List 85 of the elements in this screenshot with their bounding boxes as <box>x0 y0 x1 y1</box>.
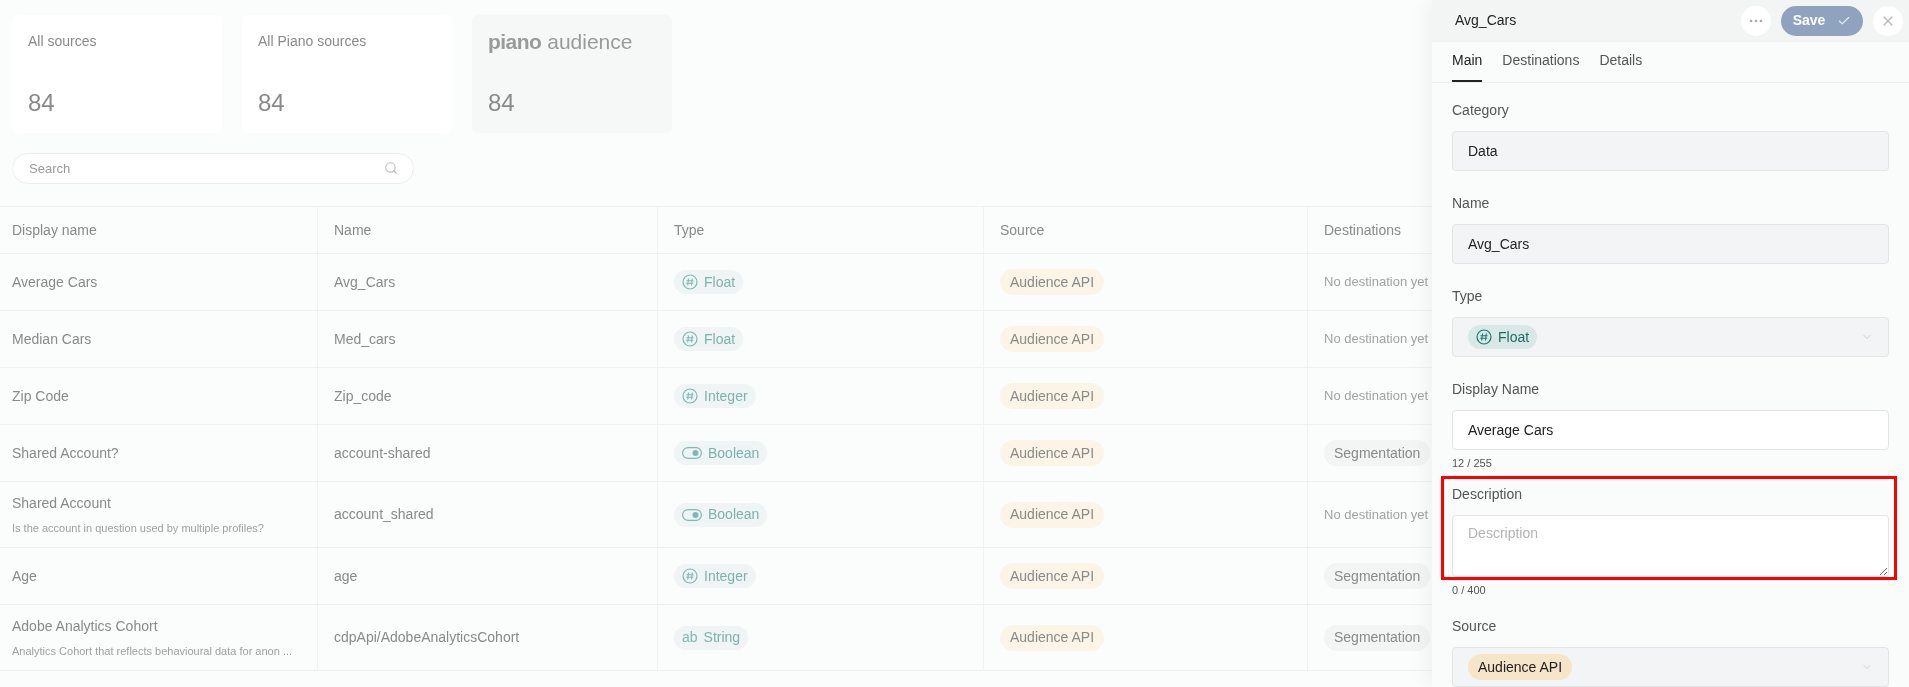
row-description: Is the account in question used by multiple profiles? <box>12 520 265 536</box>
column-header: Destinations <box>1324 220 1402 240</box>
name-field[interactable]: Avg_Cars <box>1452 224 1889 264</box>
field-label: Source <box>1452 617 1498 636</box>
destination-tag: Segmentation <box>1324 624 1431 651</box>
field-value: Data <box>1468 141 1498 161</box>
source-tag: Audience API <box>1000 563 1105 589</box>
source-card[interactable]: All Piano sources 84 <box>242 15 452 133</box>
panel-title: Avg_Cars <box>1455 11 1518 31</box>
more-icon <box>1749 18 1763 23</box>
destination-tag: Segmentation <box>1324 563 1431 589</box>
type-select[interactable]: Float <box>1452 317 1889 357</box>
character-counter: 0 / 400 <box>1452 582 1487 598</box>
panel-tab[interactable]: Details <box>1599 41 1643 82</box>
field-value: Avg_Cars <box>1468 234 1530 254</box>
source-tag: Audience API <box>1000 440 1105 466</box>
type-tag: Integer <box>674 564 756 588</box>
column-header: Type <box>674 220 705 240</box>
destination-tag: Segmentation <box>1324 440 1431 466</box>
field-name: age <box>334 566 358 586</box>
source-card[interactable]: All sources 84 <box>12 15 222 133</box>
display-name: Shared Account? <box>12 443 120 463</box>
character-counter: 12 / 255 <box>1452 456 1493 471</box>
field-name: Avg_Cars <box>334 272 396 292</box>
more-button[interactable] <box>1741 5 1771 36</box>
type-tag: ab String <box>674 625 749 650</box>
panel-tab[interactable]: Destinations <box>1502 41 1580 82</box>
field-name: account-shared <box>334 443 431 463</box>
display-name: Shared Account <box>12 493 112 513</box>
field-label: Name <box>1452 194 1491 213</box>
empty-destination: No destination yet <box>1324 387 1429 406</box>
brand-logo: piano audience <box>488 31 634 52</box>
card-count: 84 <box>28 88 56 118</box>
type-tag: Boolean <box>674 441 768 465</box>
type-tag: Float <box>1468 325 1538 349</box>
display-name-input[interactable]: Average Cars <box>1452 410 1889 450</box>
toggle-icon <box>682 508 702 521</box>
toggle-icon <box>682 447 702 459</box>
type-tag: Float <box>674 327 744 351</box>
field-label: Description <box>1452 484 1524 504</box>
field-name: Med_cars <box>334 329 396 349</box>
display-name: Median Cars <box>12 329 93 349</box>
column-header: Display name <box>12 220 97 240</box>
source-tag: Audience API <box>1000 501 1105 528</box>
source-tag: Audience API <box>1000 269 1105 295</box>
field-name: cdpApi/AdobeAnalyticsCohort <box>334 628 520 647</box>
type-tag: Boolean <box>674 502 768 527</box>
close-button[interactable] <box>1873 5 1903 36</box>
source-tag: Audience API <box>1468 654 1573 680</box>
card-title: All Piano sources <box>258 32 368 51</box>
empty-destination: No destination yet <box>1324 273 1429 292</box>
card-count: 84 <box>258 88 286 118</box>
description-textarea[interactable]: Description <box>1452 514 1889 577</box>
hash-icon <box>682 568 698 584</box>
column-header: Name <box>334 220 372 240</box>
row-description: Analytics Cohort that reflects behavioural data for anon ... <box>12 643 294 659</box>
display-name: Average Cars <box>12 272 99 292</box>
search-icon <box>384 161 398 175</box>
display-name: Age <box>12 566 38 586</box>
source-tag: Audience API <box>1000 624 1105 651</box>
source-select[interactable]: Audience API <box>1452 647 1889 687</box>
type-tag: Integer <box>674 384 756 408</box>
display-name: Adobe Analytics Cohort <box>12 616 159 636</box>
type-tag: Float <box>674 270 744 294</box>
source-tag: Audience API <box>1000 326 1105 352</box>
search-field[interactable]: Search <box>12 153 414 184</box>
empty-destination: No destination yet <box>1324 330 1429 349</box>
category-field[interactable]: Data <box>1452 131 1889 171</box>
column-header: Source <box>1000 220 1045 240</box>
panel-tab[interactable]: Main <box>1452 41 1483 82</box>
field-label: Category <box>1452 101 1510 120</box>
hash-icon <box>1476 329 1492 345</box>
hash-icon <box>682 388 698 404</box>
field-label: Display Name <box>1452 380 1541 399</box>
field-name: Zip_code <box>334 386 392 406</box>
empty-destination: No destination yet <box>1324 505 1429 524</box>
field-name: account_shared <box>334 505 434 524</box>
display-name: Zip Code <box>12 386 70 406</box>
field-label: Type <box>1452 287 1484 306</box>
card-count: 84 <box>488 88 516 118</box>
source-tag: Audience API <box>1000 383 1105 409</box>
hash-icon <box>682 331 698 347</box>
string-type-mark: ab <box>682 628 698 647</box>
card-title: All sources <box>28 32 98 51</box>
hash-icon <box>682 274 698 290</box>
